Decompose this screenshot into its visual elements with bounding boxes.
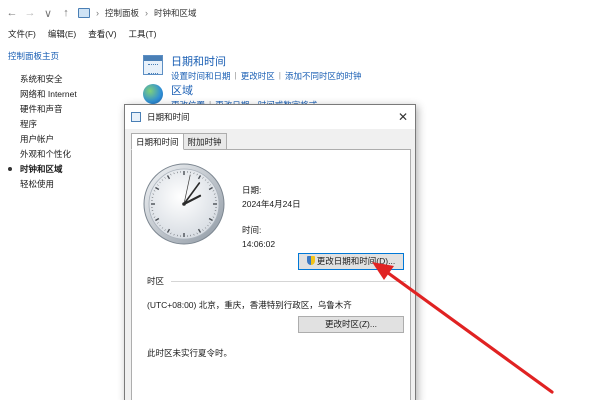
time-label: 时间: bbox=[242, 225, 262, 235]
change-date-time-button-label: 更改日期和时间(D)... bbox=[316, 256, 396, 266]
menu-view[interactable]: 查看(V) bbox=[88, 28, 116, 40]
date-time-dialog: 日期和时间 ✕ 日期和时间 附加时钟 日期: 2024年4月24日 时间: 14… bbox=[124, 104, 416, 400]
menu-edit[interactable]: 编辑(E) bbox=[48, 28, 76, 40]
nav-item-ease-of-access[interactable]: 轻松使用 bbox=[8, 177, 118, 192]
date-time-icon bbox=[131, 112, 141, 122]
time-value: 14:06:02 bbox=[242, 239, 276, 249]
change-timezone-button[interactable]: 更改时区(Z)... bbox=[298, 316, 404, 333]
link-separator: | bbox=[278, 70, 281, 80]
nav-item-user-accounts[interactable]: 用户帐户 bbox=[8, 132, 118, 147]
timezone-group-divider bbox=[171, 281, 406, 282]
back-arrow-icon[interactable]: ← bbox=[6, 7, 18, 19]
dialog-tabs: 日期和时间 附加时钟 bbox=[131, 133, 227, 150]
uac-shield-icon bbox=[306, 256, 315, 265]
change-date-time-button[interactable]: 更改日期和时间(D)... bbox=[298, 253, 404, 270]
nav-item-clock-region[interactable]: 时钟和区域 bbox=[8, 162, 118, 177]
category-region-title[interactable]: 区域 bbox=[171, 84, 317, 98]
breadcrumb-separator: › bbox=[96, 8, 99, 18]
nav-item-hardware-sound[interactable]: 硬件和声音 bbox=[8, 102, 118, 117]
close-icon[interactable]: ✕ bbox=[391, 110, 415, 124]
link-separator: | bbox=[234, 70, 237, 80]
tab-additional-clocks[interactable]: 附加时钟 bbox=[182, 133, 227, 150]
timezone-value: (UTC+08:00) 北京，重庆，香港特别行政区，乌鲁木齐 bbox=[147, 300, 352, 310]
address-bar: ← → ∨ ↑ › 控制面板 › 时钟和区域 bbox=[0, 0, 616, 26]
nav-item-network-internet[interactable]: 网络和 Internet bbox=[8, 87, 118, 102]
tab-date-time[interactable]: 日期和时间 bbox=[131, 133, 184, 150]
dst-note: 此时区未实行夏令时。 bbox=[147, 348, 233, 358]
dialog-titlebar[interactable]: 日期和时间 ✕ bbox=[125, 105, 415, 129]
forward-arrow-icon[interactable]: → bbox=[24, 7, 36, 19]
up-arrow-icon[interactable]: ↑ bbox=[60, 7, 72, 19]
date-label: 日期: bbox=[242, 185, 262, 195]
nav-item-programs[interactable]: 程序 bbox=[8, 117, 118, 132]
nav-item-appearance[interactable]: 外观和个性化 bbox=[8, 147, 118, 162]
recent-locations-chevron-icon[interactable]: ∨ bbox=[42, 7, 54, 20]
left-navigation: 控制面板主页 系统和安全 网络和 Internet 硬件和声音 程序 用户帐户 … bbox=[8, 50, 118, 192]
link-add-clocks[interactable]: 添加不同时区的时钟 bbox=[285, 70, 362, 82]
tab-panel: 日期: 2024年4月24日 时间: 14:06:02 更改日期和时间(D)..… bbox=[131, 149, 411, 400]
control-panel-icon bbox=[78, 8, 90, 18]
breadcrumb-control-panel[interactable]: 控制面板 bbox=[105, 7, 139, 19]
timezone-group-label: 时区 bbox=[147, 276, 165, 286]
nav-item-system-security[interactable]: 系统和安全 bbox=[8, 72, 118, 87]
menu-bar: 文件(F) 编辑(E) 查看(V) 工具(T) bbox=[0, 26, 616, 42]
menu-tools[interactable]: 工具(T) bbox=[129, 28, 157, 40]
breadcrumb-separator: › bbox=[145, 8, 149, 18]
category-date-time-title[interactable]: 日期和时间 bbox=[171, 55, 361, 69]
category-date-time: 日期和时间 设置时间和日期 | 更改时区 | 添加不同时区的时钟 bbox=[143, 55, 361, 82]
calendar-clock-icon[interactable] bbox=[143, 55, 163, 75]
breadcrumb-clock-region[interactable]: 时钟和区域 bbox=[154, 7, 197, 19]
link-change-timezone[interactable]: 更改时区 bbox=[241, 70, 275, 82]
control-panel-home-link[interactable]: 控制面板主页 bbox=[8, 50, 118, 72]
analog-clock bbox=[143, 163, 225, 245]
link-set-time-date[interactable]: 设置时间和日期 bbox=[171, 70, 231, 82]
clock-center bbox=[182, 202, 186, 206]
dialog-title: 日期和时间 bbox=[147, 112, 190, 122]
globe-icon[interactable] bbox=[143, 84, 163, 104]
date-value: 2024年4月24日 bbox=[242, 199, 301, 209]
menu-file[interactable]: 文件(F) bbox=[8, 28, 36, 40]
